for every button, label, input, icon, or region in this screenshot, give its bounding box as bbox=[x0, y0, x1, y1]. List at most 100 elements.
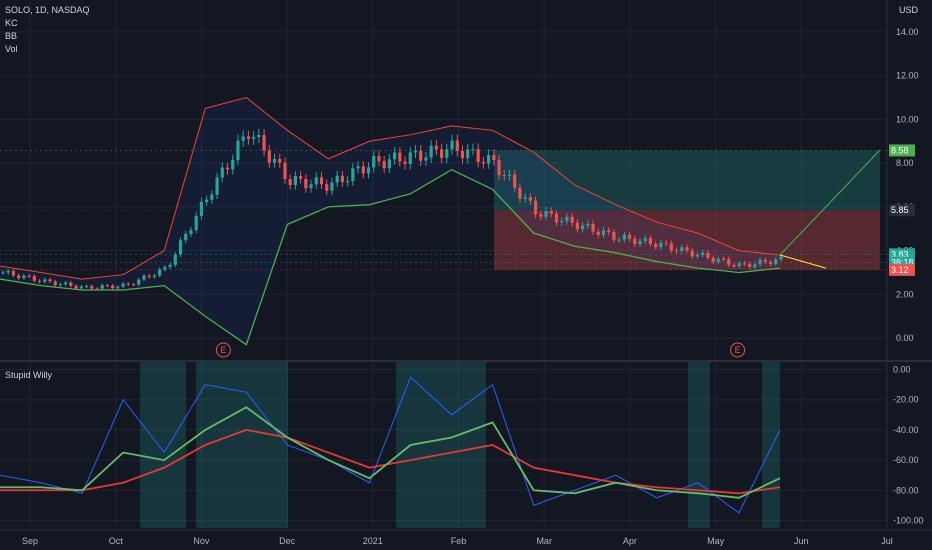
candle-body bbox=[690, 250, 694, 257]
indicator-kc[interactable]: KC bbox=[5, 17, 90, 30]
candle-body bbox=[737, 263, 741, 267]
osc-tick-label: -80.00 bbox=[893, 485, 919, 495]
time-tick-label: Jun bbox=[794, 536, 809, 546]
candle-body bbox=[544, 210, 548, 217]
osc-tick-label: 0.00 bbox=[893, 365, 911, 375]
candle-body bbox=[48, 279, 52, 282]
time-tick-label: Mar bbox=[536, 536, 552, 546]
candle-body bbox=[126, 283, 130, 285]
candle-body bbox=[309, 184, 313, 189]
indicator-vol[interactable]: Vol bbox=[5, 43, 90, 56]
currency-label: USD bbox=[898, 5, 918, 15]
trading-chart[interactable]: 0.002.004.006.008.0010.0012.0014.000.00-… bbox=[0, 0, 932, 550]
candle-body bbox=[199, 201, 204, 216]
candle-body bbox=[288, 179, 292, 185]
osc-highlight-zone bbox=[688, 362, 710, 528]
indicator-bb[interactable]: BB bbox=[5, 30, 90, 43]
candle-body bbox=[727, 258, 731, 265]
candle-body bbox=[549, 210, 553, 214]
candle-body bbox=[533, 200, 538, 215]
candle-body bbox=[121, 283, 125, 287]
symbol-line[interactable]: SOLO, 1D, NASDAQ bbox=[5, 4, 90, 17]
osc-tick-label: -60.00 bbox=[893, 455, 919, 465]
candle-body bbox=[241, 136, 245, 141]
candle-body bbox=[539, 214, 543, 217]
candle-body bbox=[471, 149, 475, 151]
candle-body bbox=[152, 275, 157, 277]
candle-body bbox=[413, 150, 418, 153]
candle-body bbox=[580, 225, 585, 230]
candle-body bbox=[351, 168, 355, 181]
candle-body bbox=[591, 223, 595, 232]
candle-body bbox=[607, 230, 611, 233]
candle-body bbox=[330, 182, 334, 191]
candle-body bbox=[377, 155, 381, 162]
candle-body bbox=[53, 281, 57, 286]
candle-body bbox=[314, 177, 318, 185]
candle-body bbox=[429, 145, 433, 158]
candle-body bbox=[716, 258, 720, 262]
candle-body bbox=[575, 222, 579, 230]
candle-body bbox=[674, 250, 679, 252]
candle-body bbox=[466, 149, 470, 159]
candle-body bbox=[366, 167, 371, 174]
candle-body bbox=[158, 269, 162, 276]
price-tick-label: 8.00 bbox=[896, 158, 914, 168]
candle-body bbox=[633, 238, 637, 245]
price-tick-label: 14.00 bbox=[896, 27, 919, 37]
candle-body bbox=[74, 285, 78, 289]
candle-body bbox=[450, 140, 454, 150]
candle-body bbox=[137, 279, 141, 285]
candle-body bbox=[43, 279, 47, 282]
candle-body bbox=[513, 174, 517, 188]
osc-highlight-zone bbox=[196, 362, 288, 528]
candle-body bbox=[178, 240, 183, 255]
candle-body bbox=[84, 285, 89, 287]
price-tick-label: 12.00 bbox=[896, 71, 919, 81]
candle-body bbox=[220, 167, 224, 178]
candle-body bbox=[706, 252, 710, 258]
candle-body bbox=[554, 213, 559, 223]
candle-body bbox=[419, 150, 423, 161]
time-tick-label: May bbox=[707, 536, 725, 546]
osc-tick-label: -100.00 bbox=[893, 515, 924, 525]
candle-body bbox=[486, 154, 491, 164]
candle-body bbox=[257, 135, 261, 138]
time-tick-label: Sep bbox=[22, 536, 38, 546]
candle-body bbox=[372, 155, 376, 168]
earnings-marker-label: E bbox=[220, 345, 226, 355]
candle-body bbox=[695, 254, 700, 257]
price-label-text: 5.85 bbox=[891, 205, 909, 215]
candle-body bbox=[481, 162, 485, 164]
oscillator-title[interactable]: Stupid Willy bbox=[5, 369, 52, 382]
candle-body bbox=[356, 166, 360, 169]
price-tick-label: 0.00 bbox=[896, 333, 914, 343]
candle-body bbox=[335, 175, 339, 183]
candle-body bbox=[11, 271, 16, 276]
candle-body bbox=[622, 234, 626, 240]
candle-body bbox=[116, 286, 120, 289]
candle-body bbox=[612, 232, 616, 240]
candle-body bbox=[638, 240, 642, 245]
candle-body bbox=[252, 137, 256, 139]
candle-body bbox=[502, 175, 506, 177]
candle-body bbox=[565, 216, 569, 222]
candle-body bbox=[721, 258, 726, 260]
candle-body bbox=[408, 152, 412, 164]
osc-tick-label: -40.00 bbox=[893, 425, 919, 435]
candle-body bbox=[163, 267, 167, 270]
candle-body bbox=[210, 194, 214, 200]
candle-body bbox=[147, 275, 151, 277]
candle-body bbox=[340, 175, 344, 182]
earnings-marker-label: E bbox=[735, 345, 741, 355]
candle-body bbox=[95, 288, 99, 290]
candle-body bbox=[685, 247, 689, 251]
candle-body bbox=[361, 166, 365, 174]
candle-body bbox=[205, 199, 209, 202]
candle-body bbox=[325, 184, 329, 191]
candle-body bbox=[37, 280, 42, 282]
candle-body bbox=[100, 285, 104, 289]
candle-body bbox=[742, 263, 747, 265]
candle-body bbox=[79, 286, 83, 289]
candle-body bbox=[168, 264, 172, 268]
